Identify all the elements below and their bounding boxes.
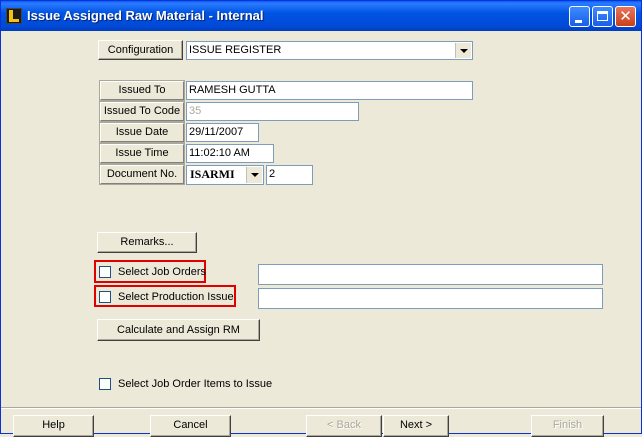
maximize-icon	[597, 11, 608, 21]
remarks-button-label: Remarks...	[120, 236, 174, 248]
back-button-label: < Back	[327, 419, 361, 431]
close-button[interactable]: ✕	[615, 6, 636, 27]
title-bar[interactable]: Issue Assigned Raw Material - Internal ✕	[1, 1, 641, 31]
issue-time-label: Issue Time	[100, 144, 184, 163]
issue-date-field[interactable]: 29/11/2007	[186, 123, 259, 142]
window-title: Issue Assigned Raw Material - Internal	[27, 8, 264, 23]
select-job-orders-label: Select Job Orders	[118, 266, 207, 278]
select-production-issue-label: Select Production Issue	[118, 291, 234, 303]
remarks-button[interactable]: Remarks...	[97, 232, 197, 253]
chevron-down-icon	[460, 49, 468, 53]
close-icon: ✕	[619, 7, 632, 25]
configuration-value: ISSUE REGISTER	[189, 44, 282, 56]
configuration-button[interactable]: Configuration	[98, 40, 183, 60]
maximize-button[interactable]	[592, 6, 613, 27]
production-issue-field[interactable]	[258, 288, 603, 309]
document-series-value: ISARMI	[190, 167, 235, 181]
issued-to-field[interactable]: RAMESH GUTTA	[186, 81, 473, 100]
dialog-window: Issue Assigned Raw Material - Internal ✕…	[0, 0, 642, 437]
select-job-order-items-label: Select Job Order Items to Issue	[118, 378, 273, 390]
cancel-button-label: Cancel	[173, 419, 208, 431]
configuration-dropdown-button[interactable]	[455, 43, 471, 58]
chevron-down-icon	[251, 173, 259, 177]
issue-time-field[interactable]: 11:02:10 AM	[186, 144, 274, 163]
configuration-select[interactable]: ISSUE REGISTER	[186, 41, 473, 60]
select-job-order-items-checkbox[interactable]	[99, 378, 111, 390]
select-job-orders-row[interactable]: Select Job Orders	[99, 265, 207, 281]
document-number-field[interactable]: 2	[266, 165, 313, 185]
calculate-button-label: Calculate and Assign RM	[117, 324, 240, 336]
select-production-issue-row[interactable]: Select Production Issue	[99, 290, 235, 306]
job-orders-field[interactable]	[258, 264, 603, 285]
issue-date-label: Issue Date	[100, 123, 184, 142]
select-job-orders-checkbox[interactable]	[99, 266, 111, 278]
help-button-label: Help	[42, 419, 65, 431]
document-series-select[interactable]: ISARMI	[186, 165, 264, 185]
select-production-issue-checkbox[interactable]	[99, 291, 111, 303]
minimize-button[interactable]	[569, 6, 590, 27]
document-series-dropdown-button[interactable]	[246, 167, 262, 183]
issued-to-label: Issued To	[100, 81, 184, 100]
next-button-label: Next >	[399, 419, 433, 431]
configuration-button-label: Configuration	[107, 44, 174, 56]
issued-to-code-label: Issued To Code	[100, 102, 184, 121]
document-no-label: Document No.	[100, 165, 184, 184]
finish-button-label: Finish	[552, 419, 583, 431]
minimize-icon	[575, 20, 582, 23]
select-job-order-items-row[interactable]: Select Job Order Items to Issue	[99, 377, 279, 393]
app-icon	[6, 8, 22, 24]
issued-to-code-field[interactable]: 35	[186, 102, 359, 121]
calculate-assign-rm-button[interactable]: Calculate and Assign RM	[97, 319, 260, 341]
footer-separator	[1, 407, 641, 409]
